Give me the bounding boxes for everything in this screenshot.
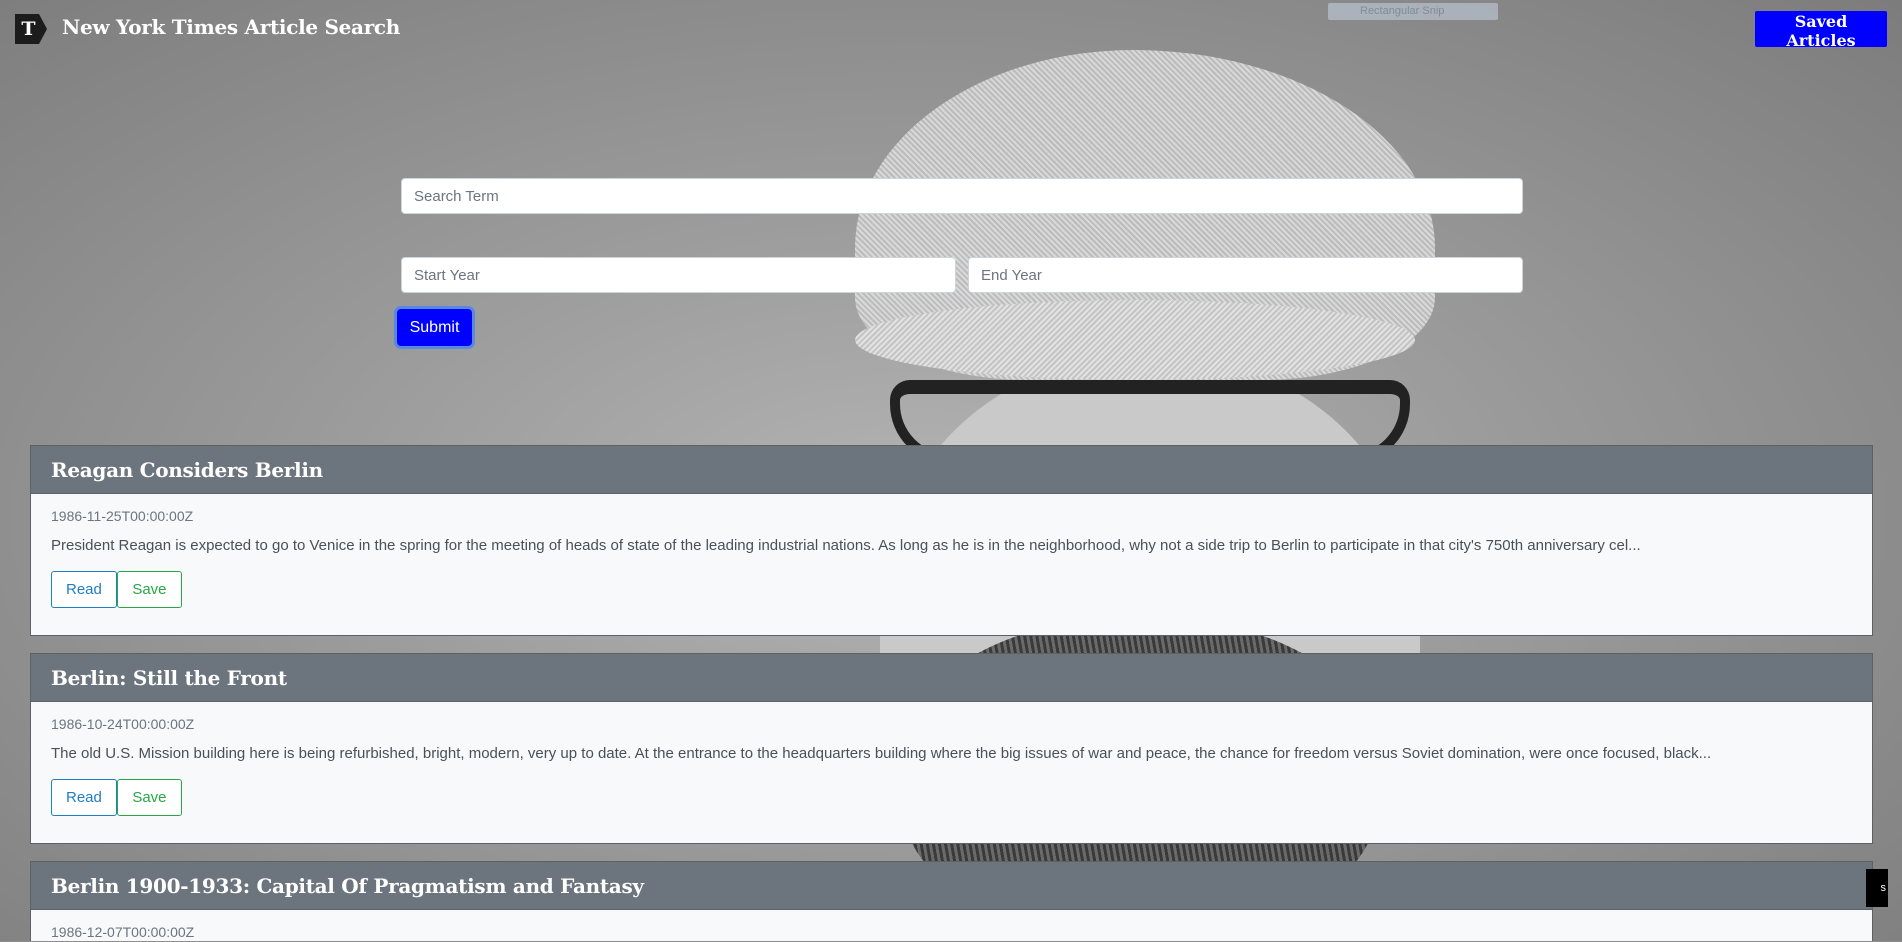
article-title: Berlin 1900-1933: Capital Of Pragmatism … (31, 862, 1872, 910)
article-card: Berlin 1900-1933: Capital Of Pragmatism … (30, 861, 1873, 941)
article-date: 1986-12-07T00:00:00Z (51, 924, 195, 940)
save-button[interactable]: Save (117, 779, 182, 816)
save-button[interactable]: Save (117, 571, 182, 608)
photo-cap-brim (855, 300, 1415, 380)
end-year-input[interactable] (968, 257, 1523, 293)
article-body: 1986-10-24T00:00:00Z The old U.S. Missio… (31, 702, 1872, 842)
article-body: 1986-11-25T00:00:00Z President Reagan is… (31, 494, 1872, 634)
article-date: 1986-11-25T00:00:00Z (51, 508, 194, 524)
navbar: T New York Times Article Search Saved Ar… (0, 0, 1902, 58)
nyt-logo-icon[interactable]: T (15, 14, 47, 44)
article-snippet: The old U.S. Mission building here is be… (51, 745, 1712, 762)
search-term-input[interactable] (401, 178, 1523, 214)
article-card: Berlin: Still the Front 1986-10-24T00:00… (30, 653, 1873, 844)
article-body: 1986-12-07T00:00:00Z (31, 910, 1872, 942)
corner-widget[interactable]: s (1866, 869, 1888, 907)
article-snippet: President Reagan is expected to go to Ve… (51, 537, 1641, 554)
submit-button[interactable]: Submit (397, 309, 472, 346)
read-button[interactable]: Read (51, 779, 117, 816)
article-date: 1986-10-24T00:00:00Z (51, 716, 195, 732)
saved-articles-button[interactable]: Saved Articles (1755, 11, 1887, 50)
app-title[interactable]: New York Times Article Search (62, 15, 400, 39)
article-title: Reagan Considers Berlin (31, 446, 1872, 494)
article-card: Reagan Considers Berlin 1986-11-25T00:00… (30, 445, 1873, 636)
start-year-input[interactable] (401, 257, 956, 293)
article-title: Berlin: Still the Front (31, 654, 1872, 702)
read-button[interactable]: Read (51, 571, 117, 608)
